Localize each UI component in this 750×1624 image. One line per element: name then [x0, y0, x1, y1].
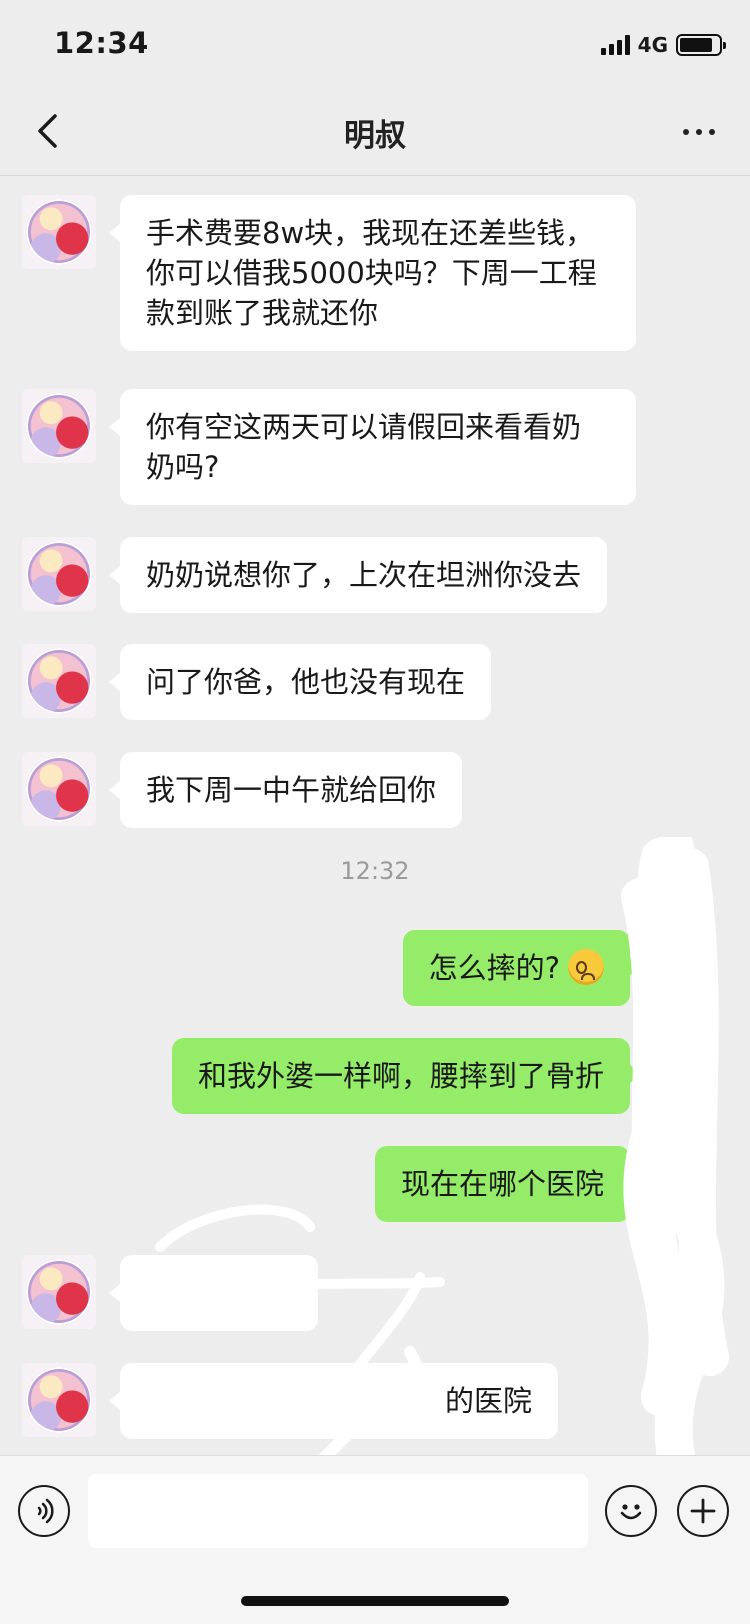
contact-avatar[interactable]: [22, 644, 96, 718]
message-line: 手术费要8w块，我现在还差些钱，: [146, 216, 595, 250]
contact-avatar[interactable]: [22, 195, 96, 269]
chat-title: 明叔: [344, 118, 406, 154]
message-timestamp: 12:32: [340, 857, 410, 885]
message-bubble[interactable]: 奶奶说想你了，上次在坦洲你没去: [108, 537, 608, 613]
message-line: 款到账了我就还你: [146, 296, 379, 330]
message-input[interactable]: [88, 1474, 588, 1548]
nav-bar: 明叔: [0, 88, 750, 176]
network-type: 4G: [637, 33, 668, 57]
contact-avatar[interactable]: [22, 1255, 96, 1329]
message-bubble[interactable]: 你有空这两天可以请假回来看看奶 奶吗?: [109, 389, 636, 505]
message-line: 你有空这两天可以请假回来看看奶: [146, 410, 582, 444]
message-bubble-redacted[interactable]: [109, 1255, 318, 1331]
message-bubble[interactable]: 问了你爸，他也没有现在: [108, 644, 492, 720]
woozy-face-emoji: [568, 949, 604, 985]
status-bar: 12:34 4G: [0, 0, 750, 88]
battery-level: [680, 38, 713, 52]
message-line: 你可以借我5000块吗？下周一工程: [146, 256, 597, 290]
message-bubble[interactable]: 手术费要8w块，我现在还差些钱， 你可以借我5000块吗？下周一工程 款到账了我…: [109, 195, 636, 351]
contact-avatar[interactable]: [22, 537, 96, 611]
status-indicators: 4G: [600, 30, 726, 60]
status-time: 12:34: [54, 26, 149, 60]
message-bubble[interactable]: 和我外婆一样啊，腰摔到了骨折: [171, 1038, 642, 1114]
message-bubble[interactable]: 现在在哪个医院: [374, 1146, 642, 1222]
message-bubble[interactable]: 怎么摔的?: [402, 930, 642, 1006]
contact-avatar[interactable]: [22, 1363, 96, 1437]
message-bubble[interactable]: 的医院: [109, 1363, 558, 1439]
input-bar: [0, 1455, 750, 1624]
plus-button[interactable]: [677, 1485, 729, 1537]
message-line: 奶吗?: [146, 450, 220, 484]
contact-avatar[interactable]: [22, 389, 96, 463]
battery-icon: [676, 34, 726, 56]
voice-button[interactable]: [18, 1485, 70, 1537]
message-text: 怎么摔的?: [428, 951, 560, 985]
plus-icon: [690, 1498, 716, 1524]
smiley-icon: [620, 1504, 642, 1520]
emoji-button[interactable]: [605, 1485, 657, 1537]
contact-avatar[interactable]: [22, 752, 96, 826]
message-list[interactable]: 手术费要8w块，我现在还差些钱， 你可以借我5000块吗？下周一工程 款到账了我…: [0, 177, 750, 1455]
home-indicator: [241, 1596, 509, 1606]
redaction-scribble: [621, 837, 729, 1455]
more-dots-icon: [683, 129, 689, 135]
voice-icon: [37, 1498, 54, 1524]
message-bubble[interactable]: 我下周一中午就给回你: [108, 752, 463, 828]
more-button[interactable]: [674, 114, 724, 150]
signal-icon: [600, 35, 630, 55]
